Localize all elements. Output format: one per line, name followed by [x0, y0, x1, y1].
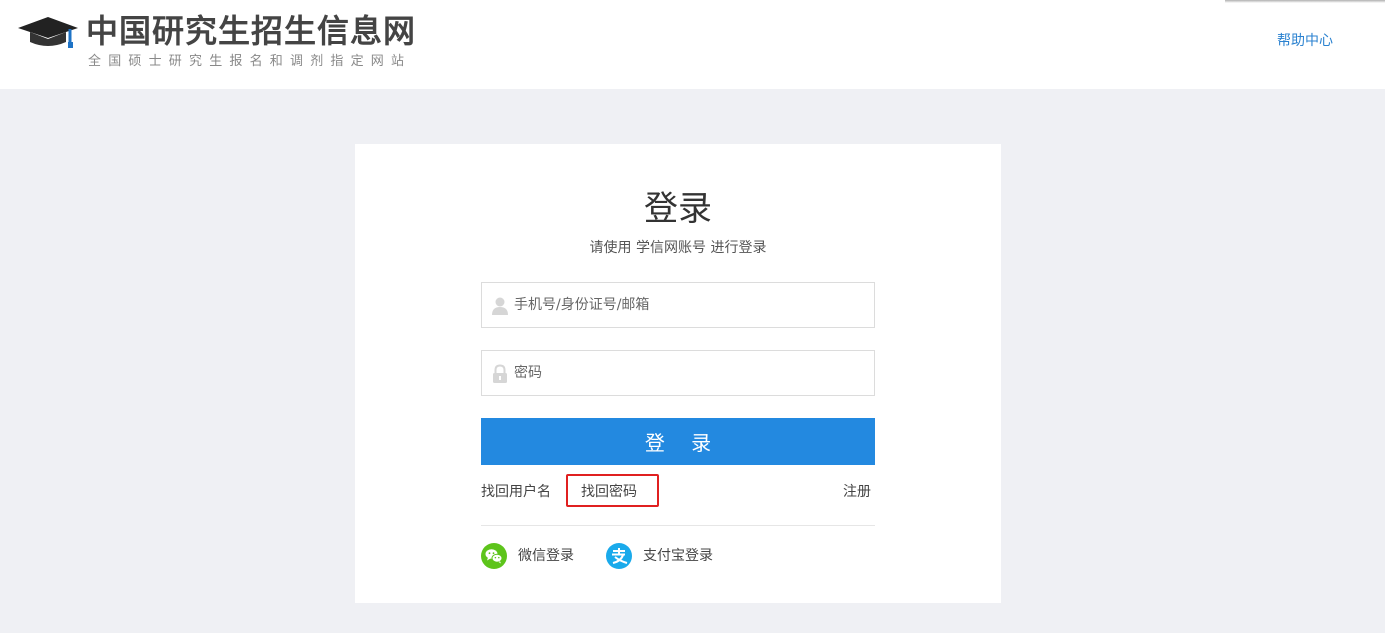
site-header: 中国研究生招生信息网 全国硕士研究生报名和调剂指定网站 帮助中心	[0, 0, 1385, 89]
alipay-icon	[606, 543, 632, 569]
register-link[interactable]: 注册	[843, 483, 871, 501]
divider	[481, 525, 875, 526]
password-input[interactable]	[514, 351, 870, 395]
find-username-link[interactable]: 找回用户名	[481, 483, 551, 501]
user-icon	[492, 297, 508, 315]
password-field[interactable]	[481, 350, 875, 396]
alipay-login-label: 支付宝登录	[643, 548, 713, 564]
help-center-link[interactable]: 帮助中心	[1277, 32, 1333, 50]
find-password-link[interactable]: 找回密码	[566, 474, 659, 507]
wechat-icon	[481, 543, 507, 569]
username-field[interactable]	[481, 282, 875, 328]
username-input[interactable]	[514, 283, 870, 327]
wechat-login-label: 微信登录	[518, 548, 574, 564]
logo-subtitle: 全国硕士研究生报名和调剂指定网站	[88, 54, 412, 69]
graduation-cap-icon	[18, 17, 78, 48]
login-subtitle: 请使用 学信网账号 进行登录	[589, 240, 767, 256]
logo-title: 中国研究生招生信息网	[86, 12, 417, 50]
login-title: 登录	[644, 189, 712, 229]
site-logo[interactable]: 中国研究生招生信息网 全国硕士研究生报名和调剂指定网站	[18, 12, 438, 74]
login-button[interactable]: 登 录	[481, 418, 875, 465]
header-shadow	[1225, 0, 1385, 3]
lock-icon	[493, 364, 507, 383]
login-card: 登录 请使用 学信网账号 进行登录 登 录 找回用户名 找回密码 注册	[355, 144, 1001, 603]
